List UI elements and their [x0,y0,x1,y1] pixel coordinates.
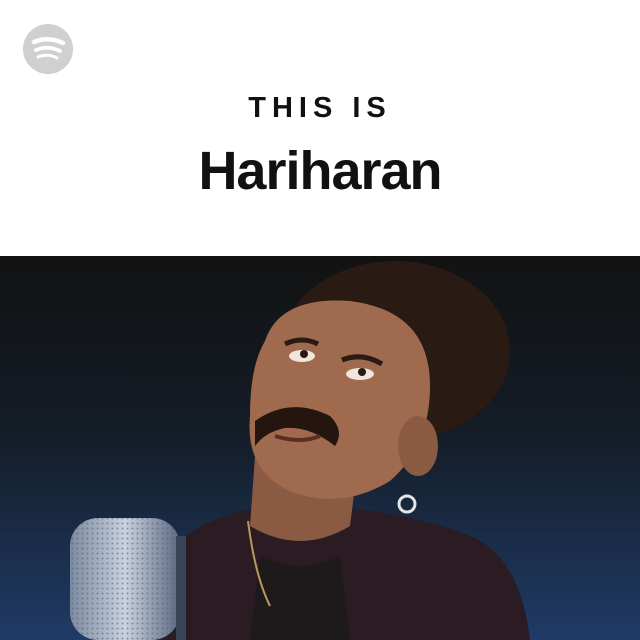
this-is-label: THIS IS [248,92,392,124]
artist-name: Hariharan [198,141,442,201]
artist-photo [0,256,640,640]
spotify-icon [23,24,73,74]
cover-header: THIS IS Hariharan [0,0,640,256]
playlist-cover: THIS IS Hariharan [0,0,640,640]
